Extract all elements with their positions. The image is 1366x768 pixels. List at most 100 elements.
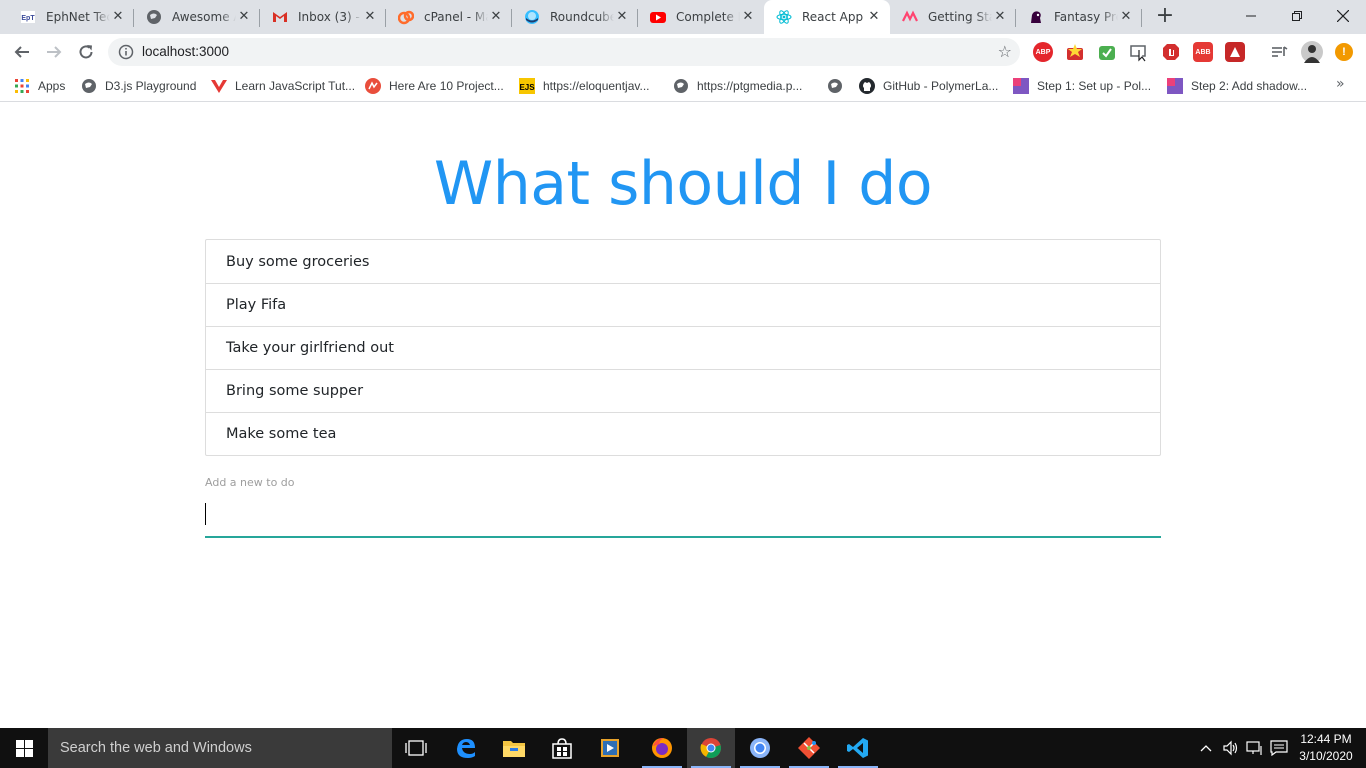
update-alert-icon[interactable]: ! xyxy=(1335,43,1353,61)
tab-roundcube[interactable]: Roundcube ✕ xyxy=(512,0,638,34)
bookmark-untitled[interactable] xyxy=(827,76,851,96)
todo-item[interactable]: Buy some groceries xyxy=(206,240,1160,283)
tab-youtube[interactable]: Complete R ✕ xyxy=(638,0,764,34)
extension-star-icon[interactable] xyxy=(1065,42,1085,62)
todo-item[interactable]: Play Fifa xyxy=(206,283,1160,326)
extension-red-icon[interactable] xyxy=(1225,42,1245,62)
apps-grid-icon xyxy=(14,78,30,94)
tab-awesome[interactable]: Awesome A ✕ xyxy=(134,0,260,34)
close-tab-icon[interactable]: ✕ xyxy=(1118,9,1134,25)
minimize-button[interactable] xyxy=(1228,0,1274,32)
globe-icon xyxy=(827,78,843,94)
forward-button[interactable] xyxy=(40,38,68,66)
address-bar[interactable]: localhost:3000 ☆ xyxy=(108,38,1020,66)
edge-icon xyxy=(457,739,475,758)
reload-button[interactable] xyxy=(72,38,100,66)
taskbar-firefox[interactable] xyxy=(638,728,686,768)
close-icon xyxy=(1337,10,1349,22)
bookmark-step-1[interactable]: Step 1: Set up - Pol... xyxy=(1013,76,1151,96)
folder-icon xyxy=(503,741,525,757)
tab-cpanel[interactable]: cPanel - Ma ✕ xyxy=(386,0,512,34)
close-tab-icon[interactable]: ✕ xyxy=(362,9,378,25)
taskbar-file-explorer[interactable] xyxy=(490,728,538,768)
bookmarks-overflow-button[interactable]: » xyxy=(1336,76,1345,92)
taskbar-media-player[interactable] xyxy=(586,728,634,768)
react-icon xyxy=(776,9,792,25)
cpanel-icon xyxy=(398,9,414,25)
taskbar-edge[interactable] xyxy=(442,728,490,768)
bookmark-ptgmedia[interactable]: https://ptgmedia.p... xyxy=(673,76,802,96)
polymer-step-icon xyxy=(1013,78,1029,94)
tab-inbox[interactable]: Inbox (3) - d ✕ xyxy=(260,0,386,34)
medium-icon xyxy=(365,78,381,94)
tab-strip: EpT EphNet Tec ✕ Awesome A ✕ Inbox (3) -… xyxy=(0,0,1366,34)
bookmark-label: Here Are 10 Project... xyxy=(389,79,504,93)
bookmark-label: D3.js Playground xyxy=(105,79,197,93)
tab-title: EphNet Tec xyxy=(46,10,110,24)
extension-cursor-icon[interactable] xyxy=(1129,42,1149,62)
url-text: localhost:3000 xyxy=(142,44,230,59)
tab-title: Fantasy Pre xyxy=(1054,10,1118,24)
premier-league-icon xyxy=(1028,9,1044,25)
adblock-plus-icon[interactable]: ABP xyxy=(1033,42,1053,62)
windows-logo-icon xyxy=(15,739,33,757)
vscode-icon xyxy=(847,738,868,758)
extension-check-icon[interactable] xyxy=(1097,42,1117,62)
tab-ephnet[interactable]: EpT EphNet Tec ✕ xyxy=(8,0,134,34)
media-controls-icon[interactable] xyxy=(1269,42,1289,62)
clock-time: 12:44 PM xyxy=(1300,732,1352,746)
todo-item[interactable]: Take your girlfriend out xyxy=(206,326,1160,369)
close-tab-icon[interactable]: ✕ xyxy=(614,9,630,25)
taskbar-chromium[interactable] xyxy=(736,728,784,768)
tab-getting-started[interactable]: Getting Sta ✕ xyxy=(890,0,1016,34)
profile-avatar[interactable] xyxy=(1301,41,1323,63)
taskbar-store[interactable] xyxy=(538,728,586,768)
taskbar-git-kraken[interactable] xyxy=(785,728,833,768)
todo-item[interactable]: Bring some supper xyxy=(206,369,1160,412)
task-view-button[interactable] xyxy=(392,728,440,768)
tray-overflow-icon[interactable] xyxy=(1196,728,1216,768)
bookmark-eloquentjs[interactable]: EJS https://eloquentjav... xyxy=(519,76,650,96)
restore-button[interactable] xyxy=(1274,0,1320,32)
back-button[interactable] xyxy=(8,38,36,66)
taskbar-search-box[interactable]: Search the web and Windows xyxy=(48,728,392,768)
bookmark-10-projects[interactable]: Here Are 10 Project... xyxy=(365,76,504,96)
polymer-icon xyxy=(902,9,918,25)
bookmark-step-2[interactable]: Step 2: Add shadow... xyxy=(1167,76,1307,96)
extension-hand-icon[interactable] xyxy=(1161,42,1181,62)
network-icon[interactable] xyxy=(1244,728,1266,768)
bookmark-star-icon[interactable]: ☆ xyxy=(998,43,1012,61)
tab-fantasy[interactable]: Fantasy Pre ✕ xyxy=(1016,0,1142,34)
minimize-icon xyxy=(1246,15,1256,17)
close-tab-icon[interactable]: ✕ xyxy=(866,9,882,25)
info-icon[interactable] xyxy=(118,44,134,60)
bookmark-d3-playground[interactable]: D3.js Playground xyxy=(81,76,196,96)
close-tab-icon[interactable]: ✕ xyxy=(488,9,504,25)
volume-icon[interactable] xyxy=(1220,728,1242,768)
todo-list: Buy some groceries Play Fifa Take your g… xyxy=(205,239,1161,456)
close-tab-icon[interactable]: ✕ xyxy=(740,9,756,25)
globe-icon xyxy=(673,78,689,94)
close-tab-icon[interactable]: ✕ xyxy=(110,9,126,25)
bookmark-label: Learn JavaScript Tut... xyxy=(235,79,356,93)
adblock-icon[interactable]: ABB xyxy=(1193,42,1213,62)
github-icon xyxy=(859,78,875,94)
bookmark-learn-javascript[interactable]: Learn JavaScript Tut... xyxy=(211,76,355,96)
new-todo-input[interactable] xyxy=(205,498,1161,538)
firefox-icon xyxy=(652,738,672,758)
bookmark-apps[interactable]: Apps xyxy=(14,76,65,96)
taskbar-clock[interactable]: 12:44 PM 3/10/2020 xyxy=(1296,731,1356,765)
new-tab-button[interactable]: + xyxy=(1152,4,1178,30)
close-tab-icon[interactable]: ✕ xyxy=(236,9,252,25)
taskbar-chrome[interactable] xyxy=(687,728,735,768)
tab-react-app[interactable]: React App ✕ xyxy=(764,0,890,34)
bookmark-github-polymer[interactable]: GitHub - PolymerLa... xyxy=(859,76,998,96)
taskbar-vscode[interactable] xyxy=(834,728,882,768)
close-tab-icon[interactable]: ✕ xyxy=(992,9,1008,25)
close-window-button[interactable] xyxy=(1320,0,1366,32)
start-button[interactable] xyxy=(0,728,48,768)
gmail-icon xyxy=(272,9,288,25)
todo-item[interactable]: Make some tea xyxy=(206,412,1160,455)
notifications-icon[interactable] xyxy=(1268,728,1290,768)
bookmark-label: https://ptgmedia.p... xyxy=(697,79,803,93)
